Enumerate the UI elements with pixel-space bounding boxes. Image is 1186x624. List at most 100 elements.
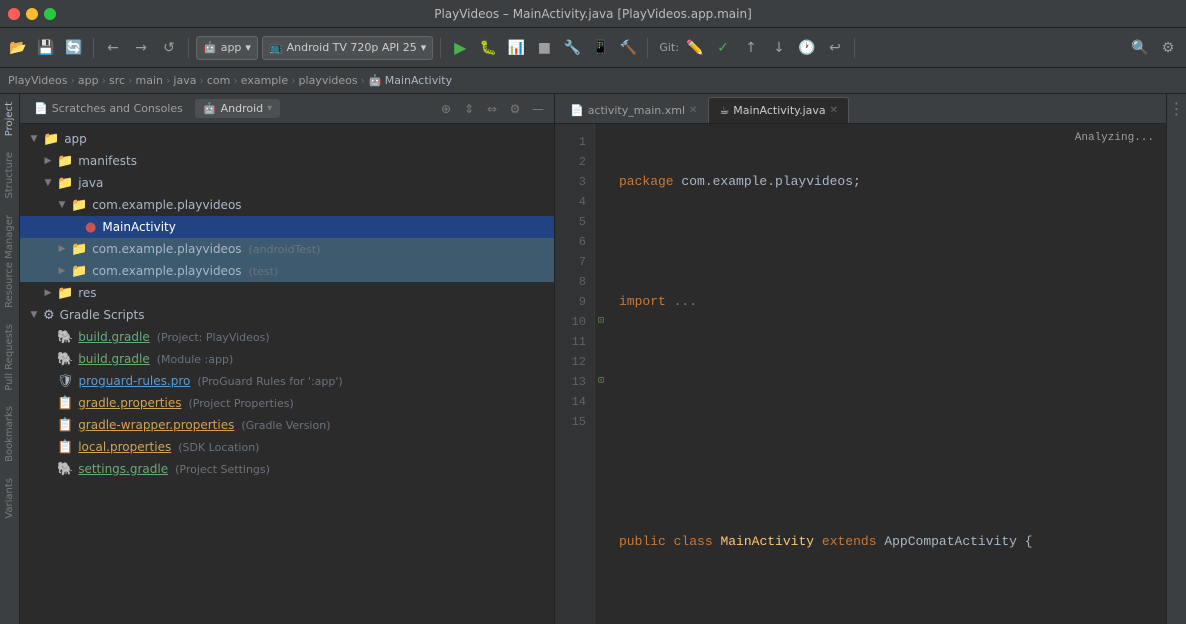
file-tree: ▼ 📁 app ▶ 📁 manifests ▼ 📁 java ▼ 📁 com.e… [20, 124, 554, 624]
tree-item-gradle-properties[interactable]: 📋 gradle.properties (Project Properties) [20, 392, 554, 414]
resource-manager-tab[interactable]: Resource Manager [2, 207, 17, 316]
panel-add-icon[interactable]: ⊕ [436, 99, 456, 119]
arrow-gradle-properties [42, 397, 54, 409]
tab-activity-main-xml[interactable]: 📄 activity_main.xml ✕ [559, 97, 708, 123]
tree-item-package[interactable]: ▼ 📁 com.example.playvideos [20, 194, 554, 216]
git-up-icon[interactable]: ↑ [739, 36, 763, 60]
bookmarks-tab[interactable]: Bookmarks [2, 398, 17, 470]
label-settings-gradle: settings.gradle [78, 462, 168, 476]
tree-item-proguard[interactable]: 🛡 proguard-rules.pro (ProGuard Rules for… [20, 370, 554, 392]
breadcrumb-playvideos2[interactable]: playvideos [299, 74, 358, 87]
arrow-build-gradle-project [42, 331, 54, 343]
tree-item-app[interactable]: ▼ 📁 app [20, 128, 554, 150]
git-pencil-icon[interactable]: ✏️ [683, 36, 707, 60]
label-res: res [78, 286, 96, 300]
back-icon[interactable]: ← [101, 36, 125, 60]
tree-item-gradle-scripts[interactable]: ▼ ⚙ Gradle Scripts [20, 304, 554, 326]
undo-icon[interactable]: ↺ [157, 36, 181, 60]
settings-button[interactable]: ⚙ [1156, 36, 1180, 60]
folder-test-icon: 📁 [71, 264, 87, 279]
tree-item-android-test[interactable]: ▶ 📁 com.example.playvideos (androidTest) [20, 238, 554, 260]
tree-item-mainactivity[interactable]: ● MainActivity [20, 216, 554, 238]
arrow-package: ▼ [56, 199, 68, 211]
panel-collapse-icon[interactable]: ⇔ [482, 99, 502, 119]
git-label: Git: [659, 41, 679, 54]
tree-item-settings-gradle[interactable]: 🐘 settings.gradle (Project Settings) [20, 458, 554, 480]
git-history-icon[interactable]: 🕐 [795, 36, 819, 60]
breadcrumb-mainactivity[interactable]: MainActivity [385, 74, 452, 87]
tree-item-build-gradle-project[interactable]: 🐘 build.gradle (Project: PlayVideos) [20, 326, 554, 348]
label-proguard: proguard-rules.pro [79, 374, 191, 388]
profile-icon[interactable]: 📊 [504, 36, 528, 60]
gradle-sync-icon[interactable]: 🔧 [560, 36, 584, 60]
save-icon[interactable]: 💾 [34, 36, 58, 60]
tree-item-build-gradle-module[interactable]: 🐘 build.gradle (Module :app) [20, 348, 554, 370]
open-icon[interactable]: 📂 [6, 36, 30, 60]
fold-10[interactable]: ⊡ [595, 312, 607, 332]
breadcrumb-java[interactable]: java [173, 74, 196, 87]
code-content[interactable]: package com.example.playvideos; import .… [607, 124, 1166, 624]
separator-3 [440, 38, 441, 58]
tree-item-java[interactable]: ▼ 📁 java [20, 172, 554, 194]
tree-item-test[interactable]: ▶ 📁 com.example.playvideos (test) [20, 260, 554, 282]
scratches-tab[interactable]: 📄 Scratches and Consoles [26, 99, 191, 118]
git-down-icon[interactable]: ↓ [767, 36, 791, 60]
tree-item-local-properties[interactable]: 📋 local.properties (SDK Location) [20, 436, 554, 458]
minimize-button[interactable] [26, 8, 38, 20]
forward-icon[interactable]: → [129, 36, 153, 60]
avd-icon[interactable]: 📱 [588, 36, 612, 60]
ln-2: 2 [555, 152, 586, 172]
panel-expand-icon[interactable]: ⇕ [459, 99, 479, 119]
breadcrumb-com[interactable]: com [207, 74, 231, 87]
android-tab[interactable]: 🤖 Android ▾ [195, 99, 280, 118]
tree-item-res[interactable]: ▶ 📁 res [20, 282, 554, 304]
breadcrumb-app[interactable]: app [78, 74, 99, 87]
mainactivity-status-icon: ● [85, 220, 96, 235]
xml-tab-close[interactable]: ✕ [689, 105, 697, 116]
structure-tab[interactable]: Structure [2, 144, 17, 207]
debug-icon[interactable]: 🐛 [476, 36, 500, 60]
ln-3: 3 [555, 172, 586, 192]
breadcrumb-playvideos[interactable]: PlayVideos [8, 74, 68, 87]
app-dropdown[interactable]: 🤖 app ▾ [196, 36, 258, 60]
sublabel-test: (test) [249, 265, 279, 278]
editor-area: 📄 activity_main.xml ✕ ☕ MainActivity.jav… [555, 94, 1166, 624]
tree-item-manifests[interactable]: ▶ 📁 manifests [20, 150, 554, 172]
sync-icon[interactable]: 🔄 [62, 36, 86, 60]
breadcrumb-src[interactable]: src [109, 74, 125, 87]
tab-mainactivity-java[interactable]: ☕ MainActivity.java ✕ [708, 97, 849, 123]
fold-15 [595, 412, 607, 432]
separator-2 [188, 38, 189, 58]
ln-15: 15 [555, 412, 586, 432]
git-check-icon[interactable]: ✓ [711, 36, 735, 60]
java-tab-close[interactable]: ✕ [830, 105, 838, 116]
device-dropdown[interactable]: 📺 Android TV 720p API 25 ▾ [262, 36, 433, 60]
ln-5: 5 [555, 212, 586, 232]
label-gradle-wrapper: gradle-wrapper.properties [78, 418, 234, 432]
stop-icon[interactable]: ■ [532, 36, 556, 60]
breadcrumb-example[interactable]: example [241, 74, 288, 87]
panel-close-icon[interactable]: — [528, 99, 548, 119]
close-button[interactable] [8, 8, 20, 20]
android-tab-arrow[interactable]: ▾ [267, 103, 272, 114]
label-android-test: com.example.playvideos [92, 242, 241, 256]
more-icon[interactable]: ⋮ [1167, 98, 1186, 118]
project-tab[interactable]: Project [2, 94, 17, 144]
git-revert-icon[interactable]: ↩ [823, 36, 847, 60]
code-editor[interactable]: Analyzing... 1 2 3 4 5 6 7 8 9 10 11 12 … [555, 124, 1166, 624]
maximize-button[interactable] [44, 8, 56, 20]
fold-13[interactable]: ⊡ [595, 372, 607, 392]
breadcrumb-main[interactable]: main [136, 74, 163, 87]
pull-requests-tab[interactable]: Pull Requests [2, 316, 17, 399]
arrow-build-gradle-module [42, 353, 54, 365]
panel-gear-icon[interactable]: ⚙ [505, 99, 525, 119]
variants-tab[interactable]: Variants [2, 470, 17, 527]
run-button[interactable]: ▶ [448, 36, 472, 60]
fold-14 [595, 392, 607, 412]
tree-item-gradle-wrapper[interactable]: 📋 gradle-wrapper.properties (Gradle Vers… [20, 414, 554, 436]
sdk-icon[interactable]: 🔨 [616, 36, 640, 60]
sublabel-android-test: (androidTest) [249, 243, 321, 256]
sublabel-gradle-properties: (Project Properties) [188, 397, 293, 410]
search-button[interactable]: 🔍 [1128, 36, 1152, 60]
folder-package-icon: 📁 [71, 198, 87, 213]
